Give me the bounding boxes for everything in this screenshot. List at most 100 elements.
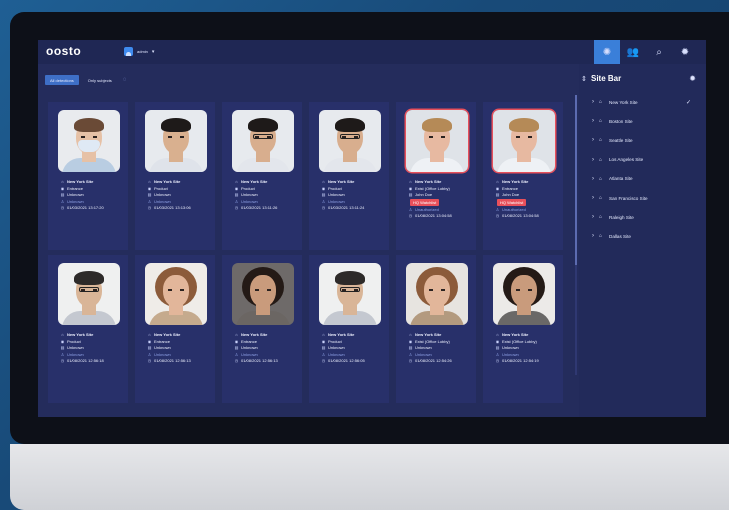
site-item[interactable]: › ⌂ Atlanta Site xyxy=(579,172,706,186)
detection-photo[interactable] xyxy=(493,110,555,172)
subject-name: ▤ Unknown xyxy=(408,345,432,350)
site-label-icon: ⌂ xyxy=(148,332,151,337)
gear-icon[interactable]: ✹ xyxy=(672,40,698,64)
subject-name: ▤ Unknown xyxy=(147,345,171,350)
site-item[interactable]: › ⌂ Los Angeles Site xyxy=(579,153,706,167)
timestamp: ◷ 01/08/2021 12:56:13 xyxy=(147,358,191,363)
detection-photo[interactable] xyxy=(319,110,381,172)
site-bar-title: Site Bar xyxy=(591,74,622,83)
site-item[interactable]: › ⌂ Boston Site xyxy=(579,114,706,128)
scroll-thumb[interactable] xyxy=(575,95,577,265)
detection-photo[interactable] xyxy=(232,263,294,325)
detection-photo[interactable] xyxy=(406,110,468,172)
detection-card[interactable]: ⌂ New York Site ◉ Exist (Office Lobby) ▤ Unkn… xyxy=(396,255,476,403)
detection-photo[interactable] xyxy=(319,263,381,325)
subject-name-icon: ▤ xyxy=(60,345,65,350)
timestamp: ◷ 01/08/2021 12:56:05 xyxy=(321,358,365,363)
detection-card[interactable]: ⌂ New York Site ◉ Exist (Office Lobby) ▤ John… xyxy=(396,102,476,250)
chevron-right-icon[interactable]: › xyxy=(592,176,594,182)
person-icon: ♙ xyxy=(147,198,152,204)
timestamp-text: 01/03/2021 13:11:24 xyxy=(328,205,365,210)
detection-card[interactable]: ⌂ New York Site ◉ Product ▤ Unknown ♙ Unknown ◷ 0… xyxy=(48,255,128,403)
detection-photo[interactable] xyxy=(145,263,207,325)
site-label-icon: ⌂ xyxy=(148,179,151,184)
timestamp: ◷ 01/08/2021 12:56:13 xyxy=(234,358,278,363)
people-icon[interactable]: 👥 xyxy=(620,40,646,64)
subject-name-text: Unknown xyxy=(67,345,84,350)
user-menu[interactable]: admin ▾ xyxy=(124,47,154,56)
camera-label-text: Exist (Office Lobby) xyxy=(415,185,450,191)
camera-label-text: Entrance xyxy=(241,338,258,344)
detection-card[interactable]: ⌂ New York Site ◉ Entrance ▤ Unknown ♙ Unknown ◷… xyxy=(48,102,128,250)
filter-only-subjects[interactable]: Only subjects xyxy=(83,75,117,85)
detection-card[interactable]: ⌂ New York Site ◉ Exist (Office Lobby) ▤ Unkn… xyxy=(483,255,563,403)
camera-label-icon: ◉ xyxy=(408,338,413,344)
site-item[interactable]: › ⌂ Dallas Site xyxy=(579,229,706,243)
subject-name: ▤ Unknown xyxy=(321,192,345,197)
site-bar-gear-icon[interactable]: ✹ xyxy=(689,74,696,83)
detection-card[interactable]: ⌂ New York Site ◉ Entrance ▤ Unknown ♙ Unknown ◷… xyxy=(135,255,215,403)
chevron-right-icon[interactable]: › xyxy=(592,214,594,220)
detection-photo[interactable] xyxy=(145,110,207,172)
chevron-right-icon[interactable]: › xyxy=(592,195,594,201)
subject-name-icon: ▤ xyxy=(234,192,239,197)
camera-label-icon: ◉ xyxy=(408,185,413,191)
site-label-icon: ⌂ xyxy=(61,179,64,184)
chevron-right-icon[interactable]: › xyxy=(592,137,594,143)
camera-label: ◉ Exist (Office Lobby) xyxy=(408,186,450,191)
watchlist-tag: HQ Watchlist xyxy=(410,199,440,206)
detection-photo[interactable] xyxy=(232,110,294,172)
site-item-label: San Francisco Site xyxy=(609,195,648,201)
timestamp-text: 01/08/2021 13:04:58 xyxy=(502,213,539,218)
home-icon: ⌂ xyxy=(599,214,603,221)
site-item[interactable]: › ⌂ Raleigh Site xyxy=(579,210,706,224)
chevron-right-icon[interactable]: › xyxy=(592,233,594,239)
home-icon: ⌂ xyxy=(599,118,603,125)
check-icon: ✓ xyxy=(686,99,692,106)
detection-card[interactable]: ⌂ New York Site ◉ Entrance ▤ John Doe HQ Watch… xyxy=(483,102,563,250)
site-item[interactable]: › ⌂ New York Site ✓ xyxy=(579,95,706,109)
site-item-label: Los Angeles Site xyxy=(609,157,644,163)
scrollbar[interactable] xyxy=(575,95,577,375)
detection-photo[interactable] xyxy=(406,263,468,325)
chevron-right-icon[interactable]: › xyxy=(592,157,594,163)
detection-photo[interactable] xyxy=(493,263,555,325)
detection-card[interactable]: ⌂ New York Site ◉ Product ▤ Unknown ♙ Unknown ◷ 0… xyxy=(222,102,302,250)
subject-name-icon: ▤ xyxy=(408,345,413,350)
chevron-right-icon[interactable]: › xyxy=(592,99,594,105)
detection-card[interactable]: ⌂ New York Site ◉ Product ▤ Unknown ♙ Unknown ◷ 0… xyxy=(309,255,389,403)
detection-card[interactable]: ⌂ New York Site ◉ Product ▤ Unknown ♙ Unknown ◷ 0… xyxy=(135,102,215,250)
site-label-icon: ⌂ xyxy=(235,332,238,337)
user-icon xyxy=(124,47,133,56)
site-item-label: Atlanta Site xyxy=(609,176,633,182)
detection-card[interactable]: ⌂ New York Site ◉ Product ▤ Unknown ♙ Unknown ◷ 0… xyxy=(309,102,389,250)
status-text: Unknown xyxy=(415,351,432,357)
status-text: Unknown xyxy=(67,198,84,204)
subject-name: ▤ Unknown xyxy=(321,345,345,350)
sort-icon: ⇕ xyxy=(581,76,587,83)
clock-icon: ◷ xyxy=(60,205,65,210)
site-item[interactable]: › ⌂ Seattle Site xyxy=(579,133,706,147)
home-icon: ⌂ xyxy=(599,156,603,163)
site-label-text: New York Site xyxy=(328,179,355,184)
filter-all-detections[interactable]: All detections xyxy=(45,75,79,85)
settings-active-icon[interactable]: ✺ xyxy=(594,40,620,64)
camera-label-icon: ◉ xyxy=(495,185,500,191)
site-label-text: New York Site xyxy=(154,332,181,337)
clock-icon: ◷ xyxy=(495,358,500,363)
chevron-right-icon[interactable]: › xyxy=(592,118,594,124)
detection-photo[interactable] xyxy=(58,110,120,172)
clock-icon: ◷ xyxy=(408,213,413,218)
detection-photo[interactable] xyxy=(58,263,120,325)
camera-label-icon: ◉ xyxy=(495,338,500,344)
camera-label: ◉ Product xyxy=(321,186,342,191)
search-icon[interactable]: ⌕ xyxy=(646,40,672,64)
site-item[interactable]: › ⌂ San Francisco Site xyxy=(579,191,706,205)
status-text: Unknown xyxy=(154,351,171,357)
camera-label-text: Entrance xyxy=(154,338,171,344)
person-icon: ♙ xyxy=(408,351,413,357)
subject-name: ▤ Unknown xyxy=(234,345,258,350)
filter-settings-icon[interactable]: ◌ xyxy=(123,77,127,83)
detection-card[interactable]: ⌂ New York Site ◉ Entrance ▤ Unknown ♙ Unknown ◷… xyxy=(222,255,302,403)
status-label: ♙ Unknown xyxy=(321,199,345,204)
